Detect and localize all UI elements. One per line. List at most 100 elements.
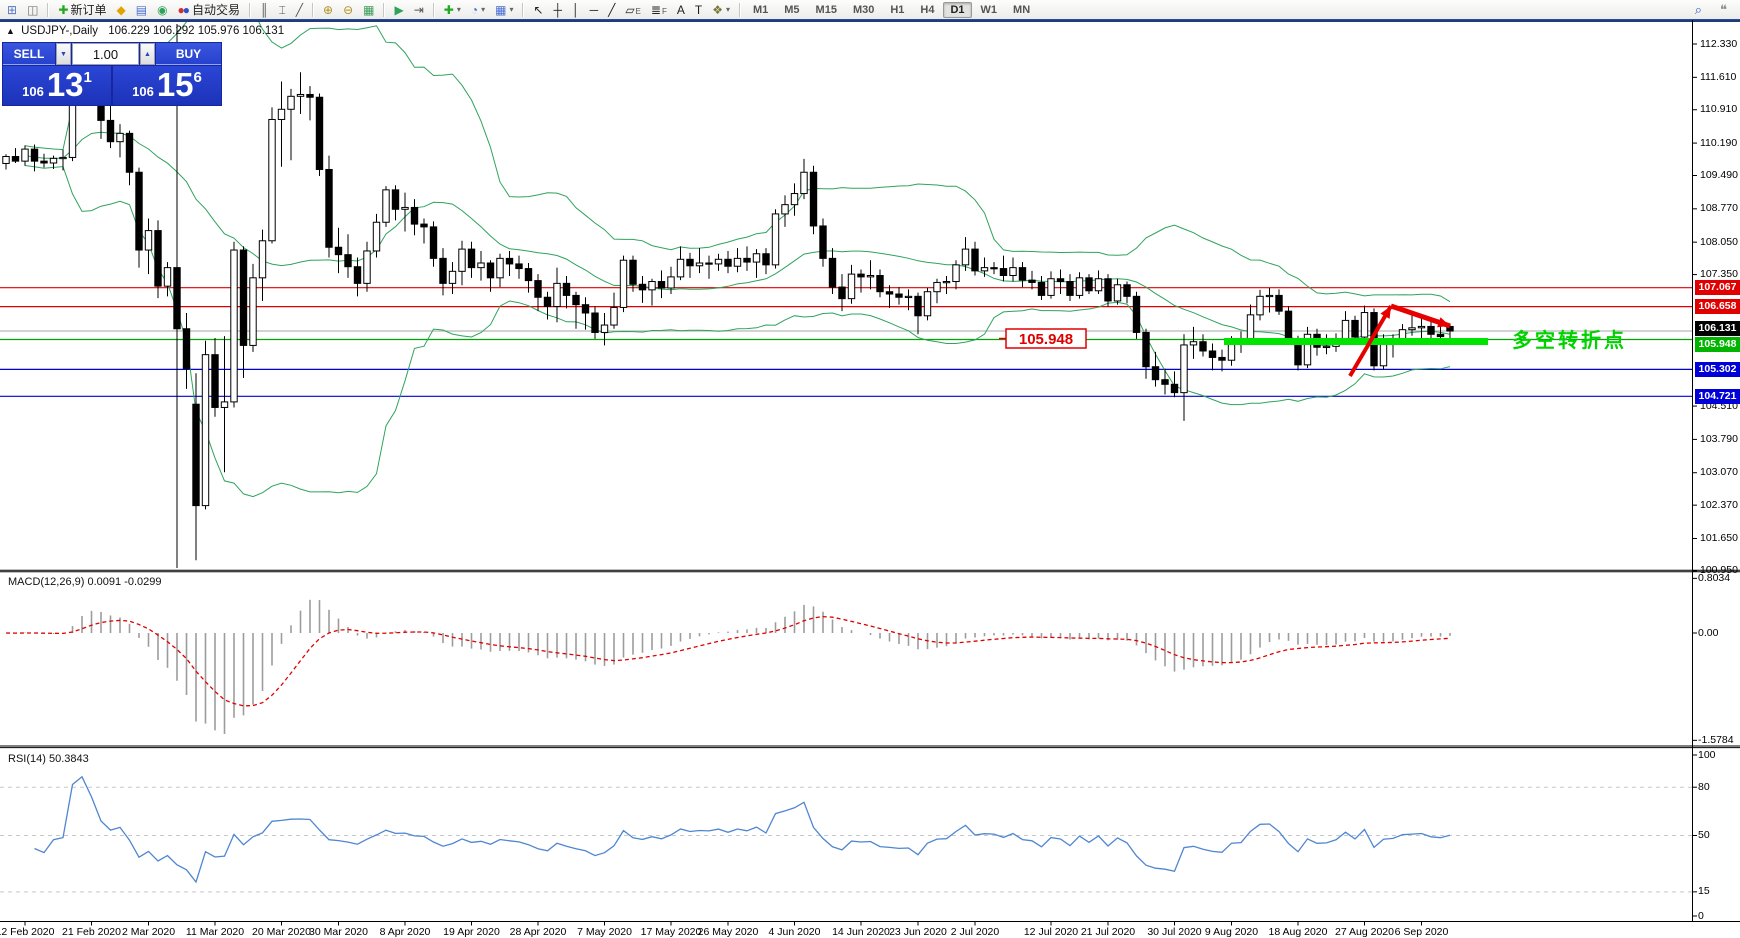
label-icon[interactable]: T	[691, 1, 706, 19]
candle	[668, 277, 674, 288]
buy-price-pip: 6	[194, 69, 202, 86]
date-label: 6 Sep 2020	[1387, 926, 1457, 938]
sell-price-box[interactable]: 106 13 1	[3, 66, 111, 105]
candle	[696, 263, 702, 266]
periods-icon[interactable]: ◔▾	[467, 1, 489, 19]
candle	[582, 305, 588, 313]
volume-decrease-button[interactable]: ▼	[56, 43, 71, 65]
new-chart-icon[interactable]: ⊞	[3, 1, 21, 19]
trend-bar-annotation[interactable]	[1224, 338, 1488, 345]
candle	[307, 94, 313, 97]
bar-chart-icon[interactable]: ║	[256, 1, 273, 19]
autotrading-button[interactable]: ●●自动交易	[174, 1, 245, 19]
toolbar-separator	[312, 3, 314, 17]
buy-price-box[interactable]: 106 15 6	[113, 66, 221, 105]
rsi-tick: 15	[1698, 885, 1710, 897]
candle	[1409, 328, 1415, 330]
candlestick-icon[interactable]: ⌶	[275, 1, 290, 19]
buy-button[interactable]: BUY	[156, 43, 221, 65]
turning-point-annotation[interactable]: 多空转折点	[1512, 328, 1627, 352]
profiles-icon[interactable]: ◫	[23, 1, 42, 19]
candle	[1190, 342, 1196, 345]
date-label: 7 May 2020	[570, 926, 640, 938]
timeframe-m15[interactable]: M15	[809, 2, 844, 18]
toolbar: ⊞◫✚新订单◆▤◉●●自动交易║⌶╱⊕⊖▦▶⇥✚▾◔▾▦▾↖┼│─╱▱E≣FAT…	[0, 0, 1740, 20]
channel-icon[interactable]: ▱E	[621, 1, 645, 19]
chat-icon[interactable]: ❝	[1716, 1, 1731, 19]
timeframe-mn[interactable]: MN	[1006, 2, 1037, 18]
templates-icon[interactable]: ▦▾	[491, 1, 517, 19]
candle	[620, 260, 626, 307]
macd-tick: -1.5784	[1698, 734, 1734, 746]
candle	[1200, 342, 1206, 351]
candle	[592, 313, 598, 332]
market-watch-icon[interactable]: ▤	[132, 1, 151, 19]
chart-symbol-title: ▲ USDJPY-,Daily 106.229 106.292 105.976 …	[6, 25, 284, 37]
candle	[877, 276, 883, 292]
candle	[1086, 278, 1092, 291]
price-tick: 107.350	[1700, 268, 1740, 280]
timeframe-w1[interactable]: W1	[974, 2, 1005, 18]
horizontal-line-icon[interactable]: ─	[586, 1, 603, 19]
zoom-out-icon[interactable]: ⊖	[339, 1, 357, 19]
shapes-icon[interactable]: ❖▾	[708, 1, 734, 19]
signals-icon[interactable]: ◉	[153, 1, 171, 19]
sell-price-big: 13	[47, 68, 84, 101]
candle	[915, 296, 921, 315]
chart-shift-icon[interactable]: ⇥	[410, 1, 428, 19]
price-tick: 103.790	[1700, 433, 1740, 445]
candle	[1380, 343, 1386, 366]
candle	[820, 226, 826, 258]
candle	[335, 247, 341, 254]
candle	[1171, 384, 1177, 392]
auto-scroll-icon[interactable]: ▶	[390, 1, 407, 19]
candle	[772, 214, 778, 265]
candle	[1361, 313, 1367, 338]
candle	[1114, 285, 1120, 301]
candle	[231, 250, 237, 402]
collapse-triangle-icon[interactable]: ▲	[6, 26, 15, 36]
chart-canvas[interactable]: 105.948多空转折点	[0, 0, 1740, 938]
candle	[22, 149, 28, 161]
price-tick: 102.370	[1700, 499, 1740, 511]
candle	[1048, 279, 1054, 296]
timeframe-h4[interactable]: H4	[913, 2, 941, 18]
timeframe-d1[interactable]: D1	[943, 2, 971, 18]
price-badge: 106.131	[1695, 321, 1740, 336]
candle	[706, 263, 712, 264]
trend-arrow[interactable]	[1437, 317, 1450, 327]
ohlc-values: 106.229 106.292 105.976 106.131	[108, 25, 284, 37]
candle	[1143, 332, 1149, 366]
text-icon[interactable]: A	[673, 1, 689, 19]
vertical-line-icon[interactable]: │	[568, 1, 584, 19]
indicators-icon[interactable]: ✚▾	[440, 1, 465, 19]
timeframe-m30[interactable]: M30	[846, 2, 881, 18]
zoom-in-icon[interactable]: ⊕	[319, 1, 337, 19]
timeframe-h1[interactable]: H1	[883, 2, 911, 18]
price-badge: 106.658	[1695, 299, 1740, 314]
candle	[554, 283, 560, 306]
metaeditor-icon[interactable]: ◆	[112, 1, 129, 19]
trendline-icon[interactable]: ╱	[604, 1, 619, 19]
sell-button[interactable]: SELL	[3, 43, 55, 65]
timeframe-m5[interactable]: M5	[777, 2, 806, 18]
date-label: 28 Apr 2020	[503, 926, 573, 938]
rsi-tick: 50	[1698, 829, 1710, 841]
new-order-button[interactable]: ✚新订单	[54, 1, 110, 19]
volume-increase-button[interactable]: ▲	[140, 43, 155, 65]
candle	[639, 284, 645, 290]
tile-windows-icon[interactable]: ▦	[359, 1, 378, 19]
candle	[250, 278, 256, 346]
timeframe-m1[interactable]: M1	[746, 2, 775, 18]
candle	[1038, 282, 1044, 295]
search-icon[interactable]: ⌕	[1691, 1, 1706, 19]
volume-input[interactable]: 1.00	[72, 43, 139, 65]
line-chart-icon[interactable]: ╱	[292, 1, 307, 19]
candle	[1219, 357, 1225, 360]
sell-price-prefix: 106	[22, 84, 44, 99]
fibonacci-icon[interactable]: ≣F	[647, 1, 671, 19]
crosshair-icon[interactable]: ┼	[550, 1, 567, 19]
price-tick: 112.330	[1700, 38, 1740, 50]
candle	[1342, 320, 1348, 339]
cursor-icon[interactable]: ↖	[529, 1, 547, 19]
